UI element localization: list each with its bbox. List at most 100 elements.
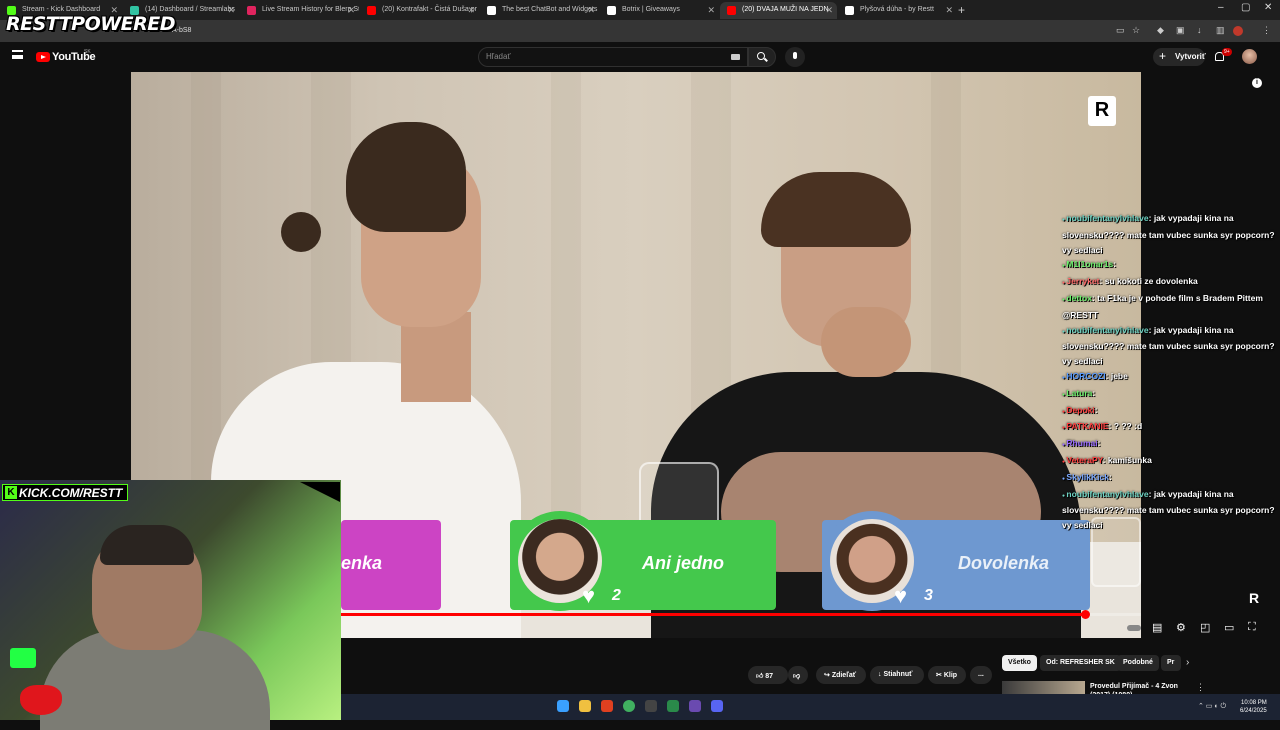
new-tab-button[interactable]: + <box>958 3 965 17</box>
thumbs-up-icon: 👍︎ <box>756 673 766 680</box>
chrome-icon[interactable] <box>623 700 635 712</box>
chat-message: ● Jerryket: su kokoti ze dovolenka <box>1062 276 1198 287</box>
search-box[interactable] <box>478 47 748 67</box>
channel-watermark-logo[interactable]: R <box>1088 96 1116 126</box>
person-left-hair <box>346 122 466 232</box>
app-icon[interactable] <box>667 700 679 712</box>
dislike-button[interactable]: 👎︎ <box>788 666 808 684</box>
taskbar-clock: 10:08 PM 6/24/2025 <box>1240 699 1267 715</box>
chat-username: noubifentanylvhlave <box>1066 324 1149 335</box>
more-actions-button[interactable]: ... <box>970 666 992 684</box>
avatar[interactable] <box>1242 49 1257 64</box>
plus-icon[interactable]: + <box>1159 49 1166 63</box>
tab-close-icon[interactable]: ✕ <box>347 5 355 16</box>
theater-mode-icon[interactable]: ▭ <box>1224 621 1234 634</box>
discord-icon[interactable] <box>711 700 723 712</box>
chat-message: ● noubifentanylvhlave: jak vypadaji kina… <box>1062 324 1275 367</box>
chip-more[interactable]: Pr <box>1161 655 1181 671</box>
channel-watermark-small[interactable]: R <box>1249 590 1259 606</box>
cast-icon[interactable]: ▭ <box>1116 25 1125 36</box>
tab-close-icon[interactable]: ✕ <box>945 5 953 16</box>
browser-tab[interactable]: (20) Kontrafakt - Čistá Duša pr ✕ <box>360 2 479 19</box>
tab-label: (14) Dashboard / Streamlabs <box>145 6 235 13</box>
settings-gear-icon[interactable]: ⚙ <box>1176 621 1186 634</box>
info-icon[interactable]: i <box>1252 78 1262 88</box>
kick-channel-url: KICK.COM/RESTT <box>19 486 123 500</box>
app-icon[interactable] <box>645 700 657 712</box>
windows-start-icon[interactable] <box>557 700 569 712</box>
browser-tab[interactable]: Plyšová dúha - by Restt ✕ <box>838 2 957 19</box>
tab-label: Botrix | Giveaways <box>622 6 680 13</box>
streamer-hair <box>100 525 194 565</box>
profile-icon[interactable] <box>1233 26 1243 36</box>
search-icon[interactable] <box>757 52 765 60</box>
bookmark-star-icon[interactable]: ☆ <box>1132 25 1140 36</box>
tab-label: Stream - Kick Dashboard <box>22 6 101 13</box>
chevron-right-icon[interactable]: › <box>1186 657 1189 668</box>
mascot-logo <box>20 685 62 715</box>
more-actions-label: ... <box>978 671 984 678</box>
browser-tab[interactable]: Live Stream History for Blerp St ✕ <box>240 2 359 19</box>
tab-close-icon[interactable]: ✕ <box>825 5 833 16</box>
person-right-hand <box>821 307 911 377</box>
tab-favicon-icon <box>487 6 496 15</box>
like-button[interactable]: 👍︎ 87 <box>748 666 788 684</box>
subtitles-icon[interactable]: ▤ <box>1152 621 1162 634</box>
chat-overlay: ● noubifentanylvhlave: jak vypadaji kina… <box>1062 211 1276 533</box>
kebab-menu-icon[interactable]: ⋮ <box>1196 682 1205 693</box>
windows-taskbar <box>341 694 1280 720</box>
tab-label: (20) Kontrafakt - Čistá Duša pr <box>382 6 477 13</box>
poll-option-middle-label: Ani jedno <box>642 553 724 573</box>
minimize-icon[interactable]: – <box>1218 2 1224 13</box>
chat-text: kamišunka <box>1107 454 1152 465</box>
extension-icon[interactable]: ◆ <box>1157 25 1164 36</box>
share-button[interactable]: ↪ Zdieľať <box>816 666 866 684</box>
hamburger-menu-icon[interactable] <box>12 50 23 59</box>
chat-message: ● noubifentanylvhlave: jak vypadaji kina… <box>1062 213 1275 255</box>
chat-username: noubifentanylvhlave <box>1066 213 1149 223</box>
tab-label: The best ChatBot and Widgets <box>502 6 598 13</box>
tab-label: (20) DVAJA MUŽI NA JEDN <box>742 6 829 13</box>
tab-close-icon[interactable]: ✕ <box>467 5 475 16</box>
app-icon[interactable] <box>689 700 701 712</box>
tab-close-icon[interactable]: ✕ <box>707 5 715 16</box>
clip-label: Klip <box>943 672 958 679</box>
chat-username: SkylikKick <box>1066 471 1109 482</box>
browser-tab[interactable]: (20) DVAJA MUŽI NA JEDN ✕ <box>720 2 837 19</box>
browser-tab[interactable]: The best ChatBot and Widgets ✕ <box>480 2 599 19</box>
puzzle-icon[interactable]: ▣ <box>1176 25 1185 36</box>
download-icon[interactable]: ↓ <box>1197 25 1202 35</box>
chat-username: Rhumai <box>1066 438 1098 449</box>
download-button[interactable]: ↓ Stiahnuť <box>870 666 924 684</box>
tab-favicon-icon <box>367 6 376 15</box>
file-explorer-icon[interactable] <box>579 700 591 712</box>
kebab-menu-icon[interactable]: ⋮ <box>1262 25 1271 36</box>
tab-favicon-icon <box>247 6 256 15</box>
system-tray-icons[interactable]: ⌃ ▭ ◐ ⏻ <box>1198 702 1226 711</box>
chat-username: Latura <box>1066 387 1093 398</box>
chat-username: Jerryket <box>1066 276 1100 287</box>
tab-close-icon[interactable]: ✕ <box>587 5 595 16</box>
chat-message: ● Depoki: <box>1062 404 1098 415</box>
chip-from-channel[interactable]: Od: REFRESHER SK <box>1040 655 1121 671</box>
chip-related[interactable]: Podobné <box>1117 655 1159 671</box>
clip-button[interactable]: ✂ Klip <box>928 666 966 684</box>
tab-close-icon[interactable]: ✕ <box>227 5 235 16</box>
browser-tab[interactable]: Botrix | Giveaways ✕ <box>600 2 719 19</box>
microphone-icon[interactable] <box>793 52 797 59</box>
address-bar[interactable] <box>0 20 1280 42</box>
maximize-icon[interactable]: ▢ <box>1241 2 1250 13</box>
search-input[interactable]: Hľadať <box>486 52 510 61</box>
chat-text: su kokoti ze dovolenka <box>1104 276 1198 287</box>
keyboard-icon[interactable] <box>731 54 740 60</box>
miniplayer-icon[interactable]: ◰ <box>1200 621 1210 634</box>
chip-all[interactable]: Všetko <box>1002 655 1037 671</box>
notification-count-badge: 9+ <box>1222 48 1232 56</box>
sidebar-icon[interactable]: ▥ <box>1216 25 1225 36</box>
autoplay-toggle[interactable] <box>1127 625 1141 631</box>
video-scrubber-handle[interactable] <box>1081 610 1090 619</box>
brave-browser-icon[interactable] <box>601 700 613 712</box>
fullscreen-icon[interactable]: ⛶ <box>1248 621 1256 634</box>
youtube-logo-icon[interactable] <box>36 52 50 62</box>
close-window-icon[interactable]: ✕ <box>1264 2 1272 13</box>
